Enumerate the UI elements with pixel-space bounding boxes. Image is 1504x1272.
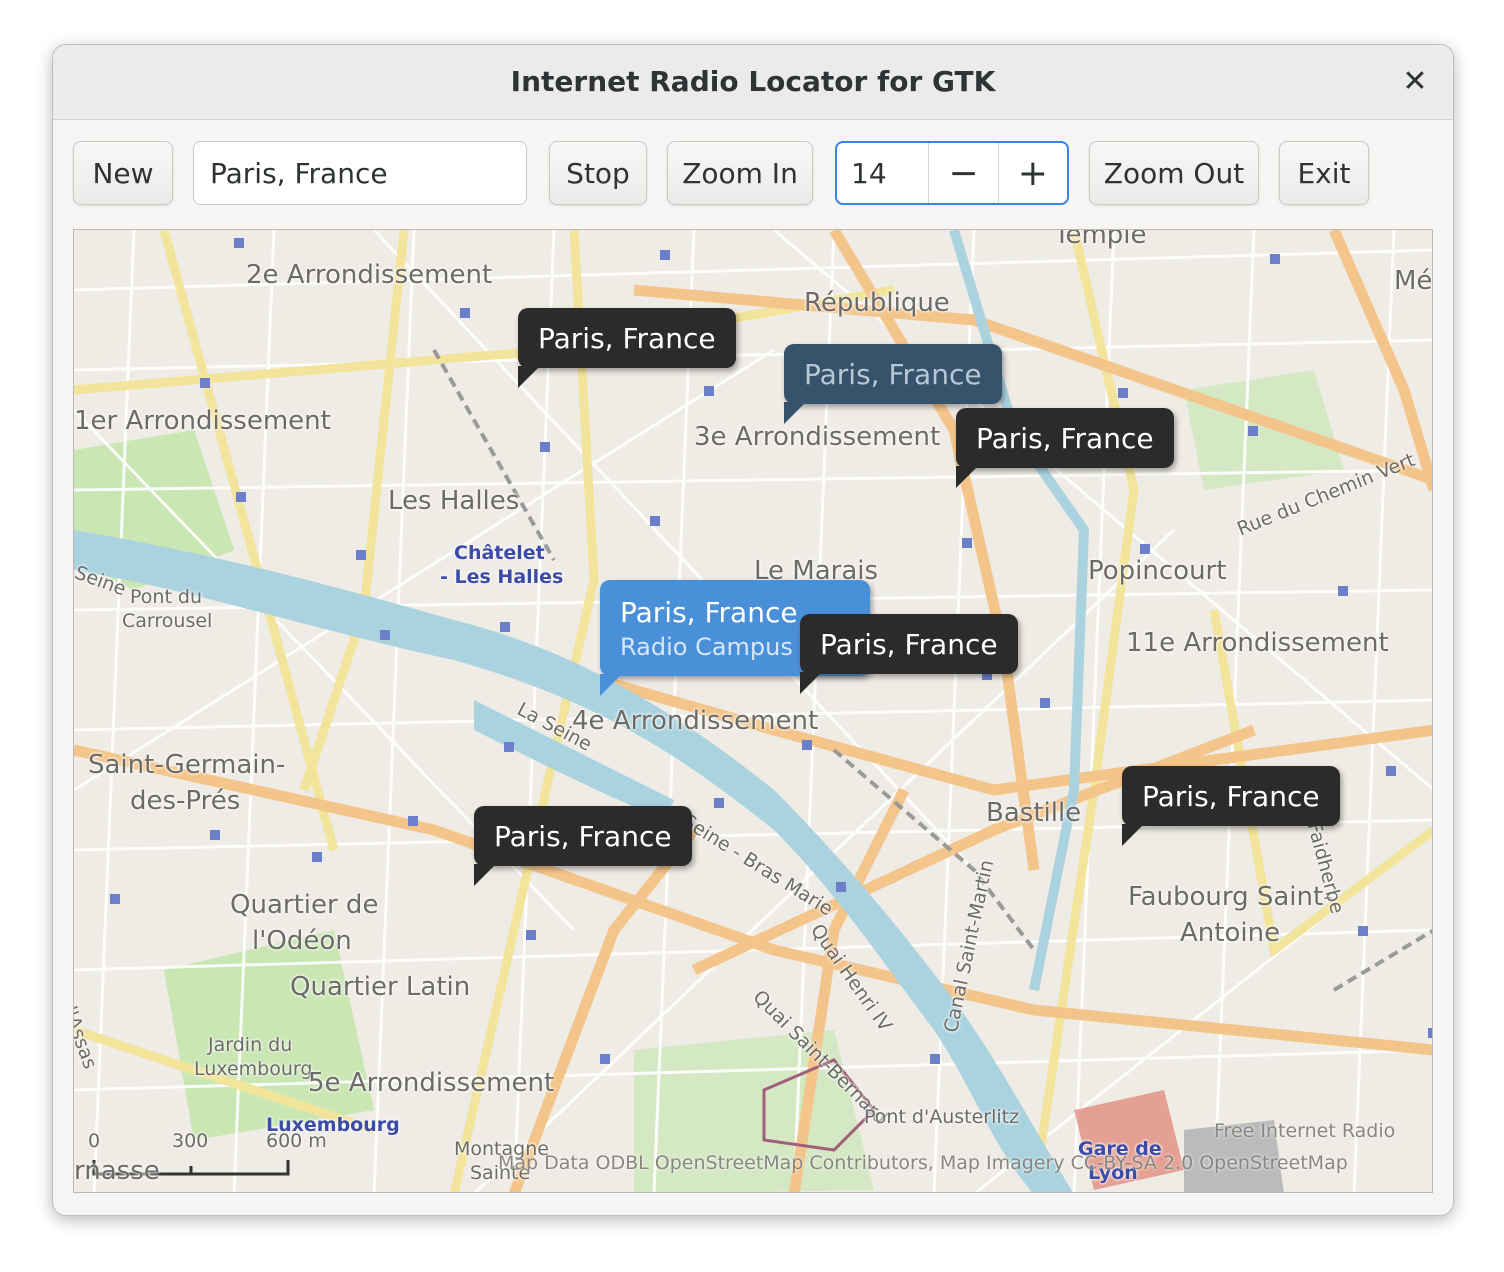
map-label: Carrousel: [122, 610, 213, 632]
location-input[interactable]: Paris, France: [193, 141, 527, 205]
map-label: Les Halles: [388, 486, 520, 516]
attribution-text: Map Data ODBL OpenStreetMap Contributors…: [498, 1152, 1348, 1174]
station-marker[interactable]: Paris, France: [784, 344, 1002, 424]
scale-label-300: 300: [172, 1130, 209, 1152]
map-view[interactable]: Temple 2e Arrondissement République Mé 1…: [73, 229, 1433, 1193]
map-label: Faubourg Saint-: [1128, 882, 1333, 912]
map-label: Pont d'Austerlitz: [864, 1106, 1020, 1128]
app-window: Internet Radio Locator for GTK ✕ New Par…: [52, 44, 1454, 1216]
new-button[interactable]: New: [73, 141, 173, 205]
map-label: - Les Halles: [440, 566, 564, 588]
zoom-in-button[interactable]: Zoom In: [667, 141, 813, 205]
zoom-level-value[interactable]: 14: [837, 143, 928, 203]
map-label: Temple: [1054, 229, 1147, 250]
map-label: Luxembourg: [194, 1058, 313, 1080]
scale-label-0: 0: [88, 1130, 101, 1152]
decrement-icon[interactable]: −: [928, 143, 997, 203]
station-marker[interactable]: Paris, France: [474, 806, 692, 886]
attribution-title: Free Internet Radio: [1214, 1120, 1396, 1142]
station-marker[interactable]: Paris, France: [956, 408, 1174, 488]
map-label: 11e Arrondissement: [1126, 628, 1389, 658]
map-label: Saint-Germain-: [88, 750, 286, 780]
map-label: Jardin du: [208, 1034, 293, 1056]
stop-button[interactable]: Stop: [549, 141, 647, 205]
scale-label-600: 600 m: [266, 1130, 327, 1152]
zoom-out-button[interactable]: Zoom Out: [1089, 141, 1259, 205]
window-title: Internet Radio Locator for GTK: [510, 65, 996, 98]
station-marker[interactable]: Paris, France: [518, 308, 736, 388]
station-marker[interactable]: Paris, France: [1122, 766, 1340, 846]
map-label: République: [804, 288, 950, 318]
exit-button[interactable]: Exit: [1279, 141, 1369, 205]
map-label: des-Prés: [130, 786, 241, 816]
map-label: Popincourt: [1088, 556, 1227, 586]
station-marker[interactable]: Paris, France: [800, 614, 1018, 694]
map-label: l'Odéon: [252, 926, 352, 956]
map-label: 5e Arrondissement: [308, 1068, 555, 1098]
map-label: Mé: [1394, 266, 1433, 296]
map-label: Bastille: [986, 798, 1082, 828]
map-label: rnasse: [74, 1156, 160, 1186]
map-label: Châtelet: [454, 542, 545, 564]
map-label: Pont du: [130, 586, 203, 608]
increment-icon[interactable]: +: [997, 143, 1067, 203]
station-marker-label: Paris, France: [620, 595, 798, 629]
map-label: Quartier Latin: [290, 972, 471, 1002]
zoom-level-spinner[interactable]: 14 − +: [835, 141, 1069, 205]
map-label: 4e Arrondissement: [572, 706, 819, 736]
map-label: Quartier de: [230, 890, 379, 920]
title-bar: Internet Radio Locator for GTK ✕: [53, 45, 1453, 120]
station-marker-sublabel: Radio Campus F: [620, 632, 815, 661]
map-label: 1er Arrondissement: [74, 406, 331, 436]
map-label: 2e Arrondissement: [246, 260, 493, 290]
map-label: 3e Arrondissement: [694, 422, 941, 452]
close-icon[interactable]: ✕: [1395, 61, 1435, 101]
map-label: Antoine: [1180, 918, 1281, 948]
